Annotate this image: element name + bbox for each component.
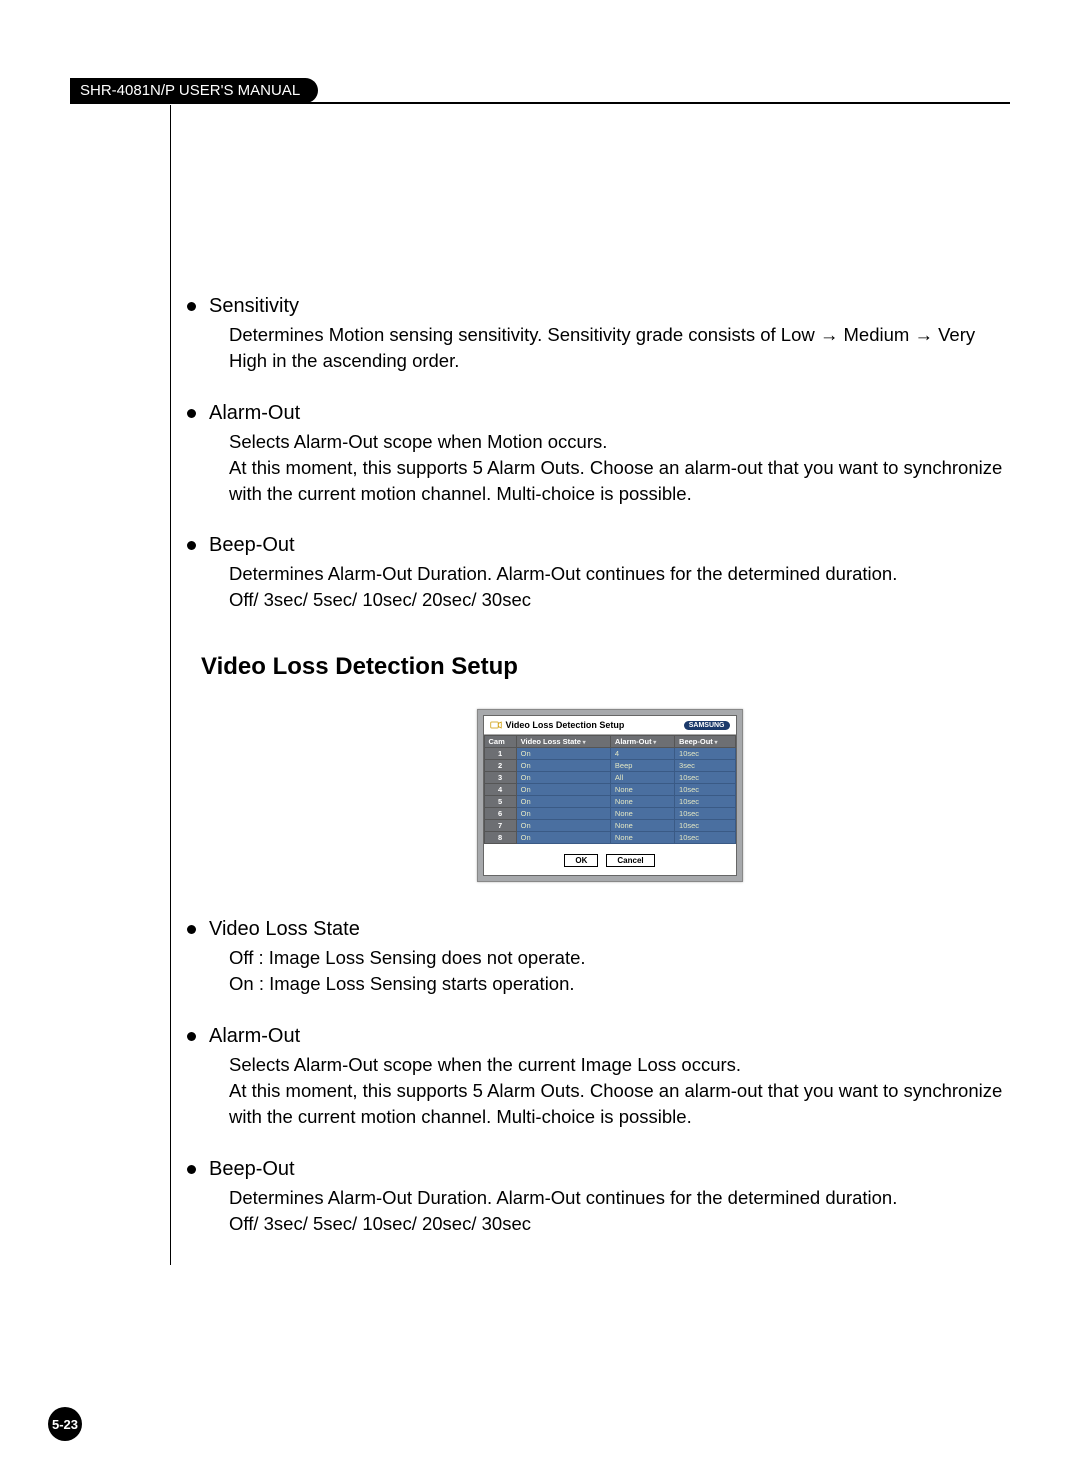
table-row: 1On410sec	[484, 748, 735, 760]
table-body: 1On410sec 2OnBeep3sec 3OnAll10sec 4OnNon…	[484, 748, 735, 844]
cell-beep[interactable]: 10sec	[675, 808, 735, 820]
bullet-title: Beep-Out	[209, 1158, 295, 1181]
cell-alarm[interactable]: 4	[610, 748, 674, 760]
table-header-row: Cam Video Loss State Alarm-Out Beep-Out	[484, 736, 735, 748]
bullet-icon	[187, 925, 196, 934]
ok-button[interactable]: OK	[564, 854, 598, 867]
cell-alarm[interactable]: Beep	[610, 760, 674, 772]
table-row: 7OnNone10sec	[484, 820, 735, 832]
cell-alarm[interactable]: None	[610, 832, 674, 844]
bullet-title: Beep-Out	[209, 534, 295, 557]
cell-cam: 3	[484, 772, 516, 784]
bullet-icon	[187, 302, 196, 311]
cell-beep[interactable]: 10sec	[675, 820, 735, 832]
cell-alarm[interactable]: None	[610, 820, 674, 832]
bullet-video-loss-state: Video Loss State Off : Image Loss Sensin…	[209, 918, 1010, 997]
bullet-icon	[187, 1165, 196, 1174]
page-content: Sensitivity Determines Motion sensing se…	[170, 105, 1010, 1265]
table-row: 8OnNone10sec	[484, 832, 735, 844]
bullet-icon	[187, 541, 196, 550]
cell-state[interactable]: On	[516, 808, 610, 820]
cell-state[interactable]: On	[516, 820, 610, 832]
cell-beep[interactable]: 10sec	[675, 784, 735, 796]
cell-beep[interactable]: 10sec	[675, 748, 735, 760]
table-row: 6OnNone10sec	[484, 808, 735, 820]
table-row: 2OnBeep3sec	[484, 760, 735, 772]
cell-alarm[interactable]: None	[610, 796, 674, 808]
cell-state[interactable]: On	[516, 772, 610, 784]
bullet-alarm-out-top: Alarm-Out Selects Alarm-Out scope when M…	[209, 402, 1010, 507]
bullet-icon	[187, 409, 196, 418]
bullet-title: Alarm-Out	[209, 402, 300, 425]
cell-alarm[interactable]: None	[610, 808, 674, 820]
bullet-body: Selects Alarm-Out scope when the current…	[229, 1052, 1010, 1130]
cell-state[interactable]: On	[516, 832, 610, 844]
col-beep[interactable]: Beep-Out	[675, 736, 735, 748]
cell-beep[interactable]: 10sec	[675, 772, 735, 784]
cell-beep[interactable]: 10sec	[675, 832, 735, 844]
bullet-body: Determines Alarm-Out Duration. Alarm-Out…	[229, 561, 1010, 613]
bullet-body: Determines Motion sensing sensitivity. S…	[229, 322, 1010, 374]
cell-cam: 7	[484, 820, 516, 832]
cell-cam: 8	[484, 832, 516, 844]
dialog-inner: Video Loss Detection Setup SAMSUNG Cam V…	[483, 715, 737, 876]
header-tab: SHR-4081N/P USER'S MANUAL	[70, 78, 318, 103]
bullet-beep-out-top: Beep-Out Determines Alarm-Out Duration. …	[209, 534, 1010, 613]
col-alarm[interactable]: Alarm-Out	[610, 736, 674, 748]
table-row: 5OnNone10sec	[484, 796, 735, 808]
page-header: SHR-4081N/P USER'S MANUAL	[70, 78, 1010, 105]
bullet-sensitivity: Sensitivity Determines Motion sensing se…	[209, 295, 1010, 374]
bullet-body: Determines Alarm-Out Duration. Alarm-Out…	[229, 1185, 1010, 1237]
cell-cam: 1	[484, 748, 516, 760]
cell-state[interactable]: On	[516, 748, 610, 760]
video-loss-dialog: Video Loss Detection Setup SAMSUNG Cam V…	[477, 709, 743, 882]
cell-beep[interactable]: 3sec	[675, 760, 735, 772]
bullet-icon	[187, 1032, 196, 1041]
camera-icon	[490, 720, 502, 730]
brand-badge: SAMSUNG	[684, 721, 730, 730]
dialog-title-text: Video Loss Detection Setup	[506, 720, 625, 730]
video-loss-table: Cam Video Loss State Alarm-Out Beep-Out …	[484, 735, 736, 844]
bullet-body: Selects Alarm-Out scope when Motion occu…	[229, 429, 1010, 507]
table-row: 4OnNone10sec	[484, 784, 735, 796]
cell-cam: 2	[484, 760, 516, 772]
bullet-title: Sensitivity	[209, 295, 299, 318]
cell-state[interactable]: On	[516, 760, 610, 772]
cell-alarm[interactable]: All	[610, 772, 674, 784]
cell-alarm[interactable]: None	[610, 784, 674, 796]
col-cam: Cam	[484, 736, 516, 748]
page-number: 5-23	[48, 1407, 82, 1441]
section-heading: Video Loss Detection Setup	[201, 653, 1010, 681]
cell-state[interactable]: On	[516, 784, 610, 796]
bullet-title: Alarm-Out	[209, 1025, 300, 1048]
dialog-titlebar: Video Loss Detection Setup SAMSUNG	[484, 716, 736, 735]
bullet-body: Off : Image Loss Sensing does not operat…	[229, 945, 1010, 997]
table-row: 3OnAll10sec	[484, 772, 735, 784]
manual-page: SHR-4081N/P USER'S MANUAL Sensitivity De…	[0, 0, 1080, 1479]
cell-cam: 4	[484, 784, 516, 796]
bullet-beep-out-bottom: Beep-Out Determines Alarm-Out Duration. …	[209, 1158, 1010, 1237]
header-rule	[70, 102, 1010, 104]
bullet-title: Video Loss State	[209, 918, 360, 941]
cell-cam: 6	[484, 808, 516, 820]
cell-beep[interactable]: 10sec	[675, 796, 735, 808]
cell-cam: 5	[484, 796, 516, 808]
bullet-alarm-out-bottom: Alarm-Out Selects Alarm-Out scope when t…	[209, 1025, 1010, 1130]
cancel-button[interactable]: Cancel	[606, 854, 654, 867]
cell-state[interactable]: On	[516, 796, 610, 808]
col-state[interactable]: Video Loss State	[516, 736, 610, 748]
dialog-buttons: OK Cancel	[484, 844, 736, 875]
